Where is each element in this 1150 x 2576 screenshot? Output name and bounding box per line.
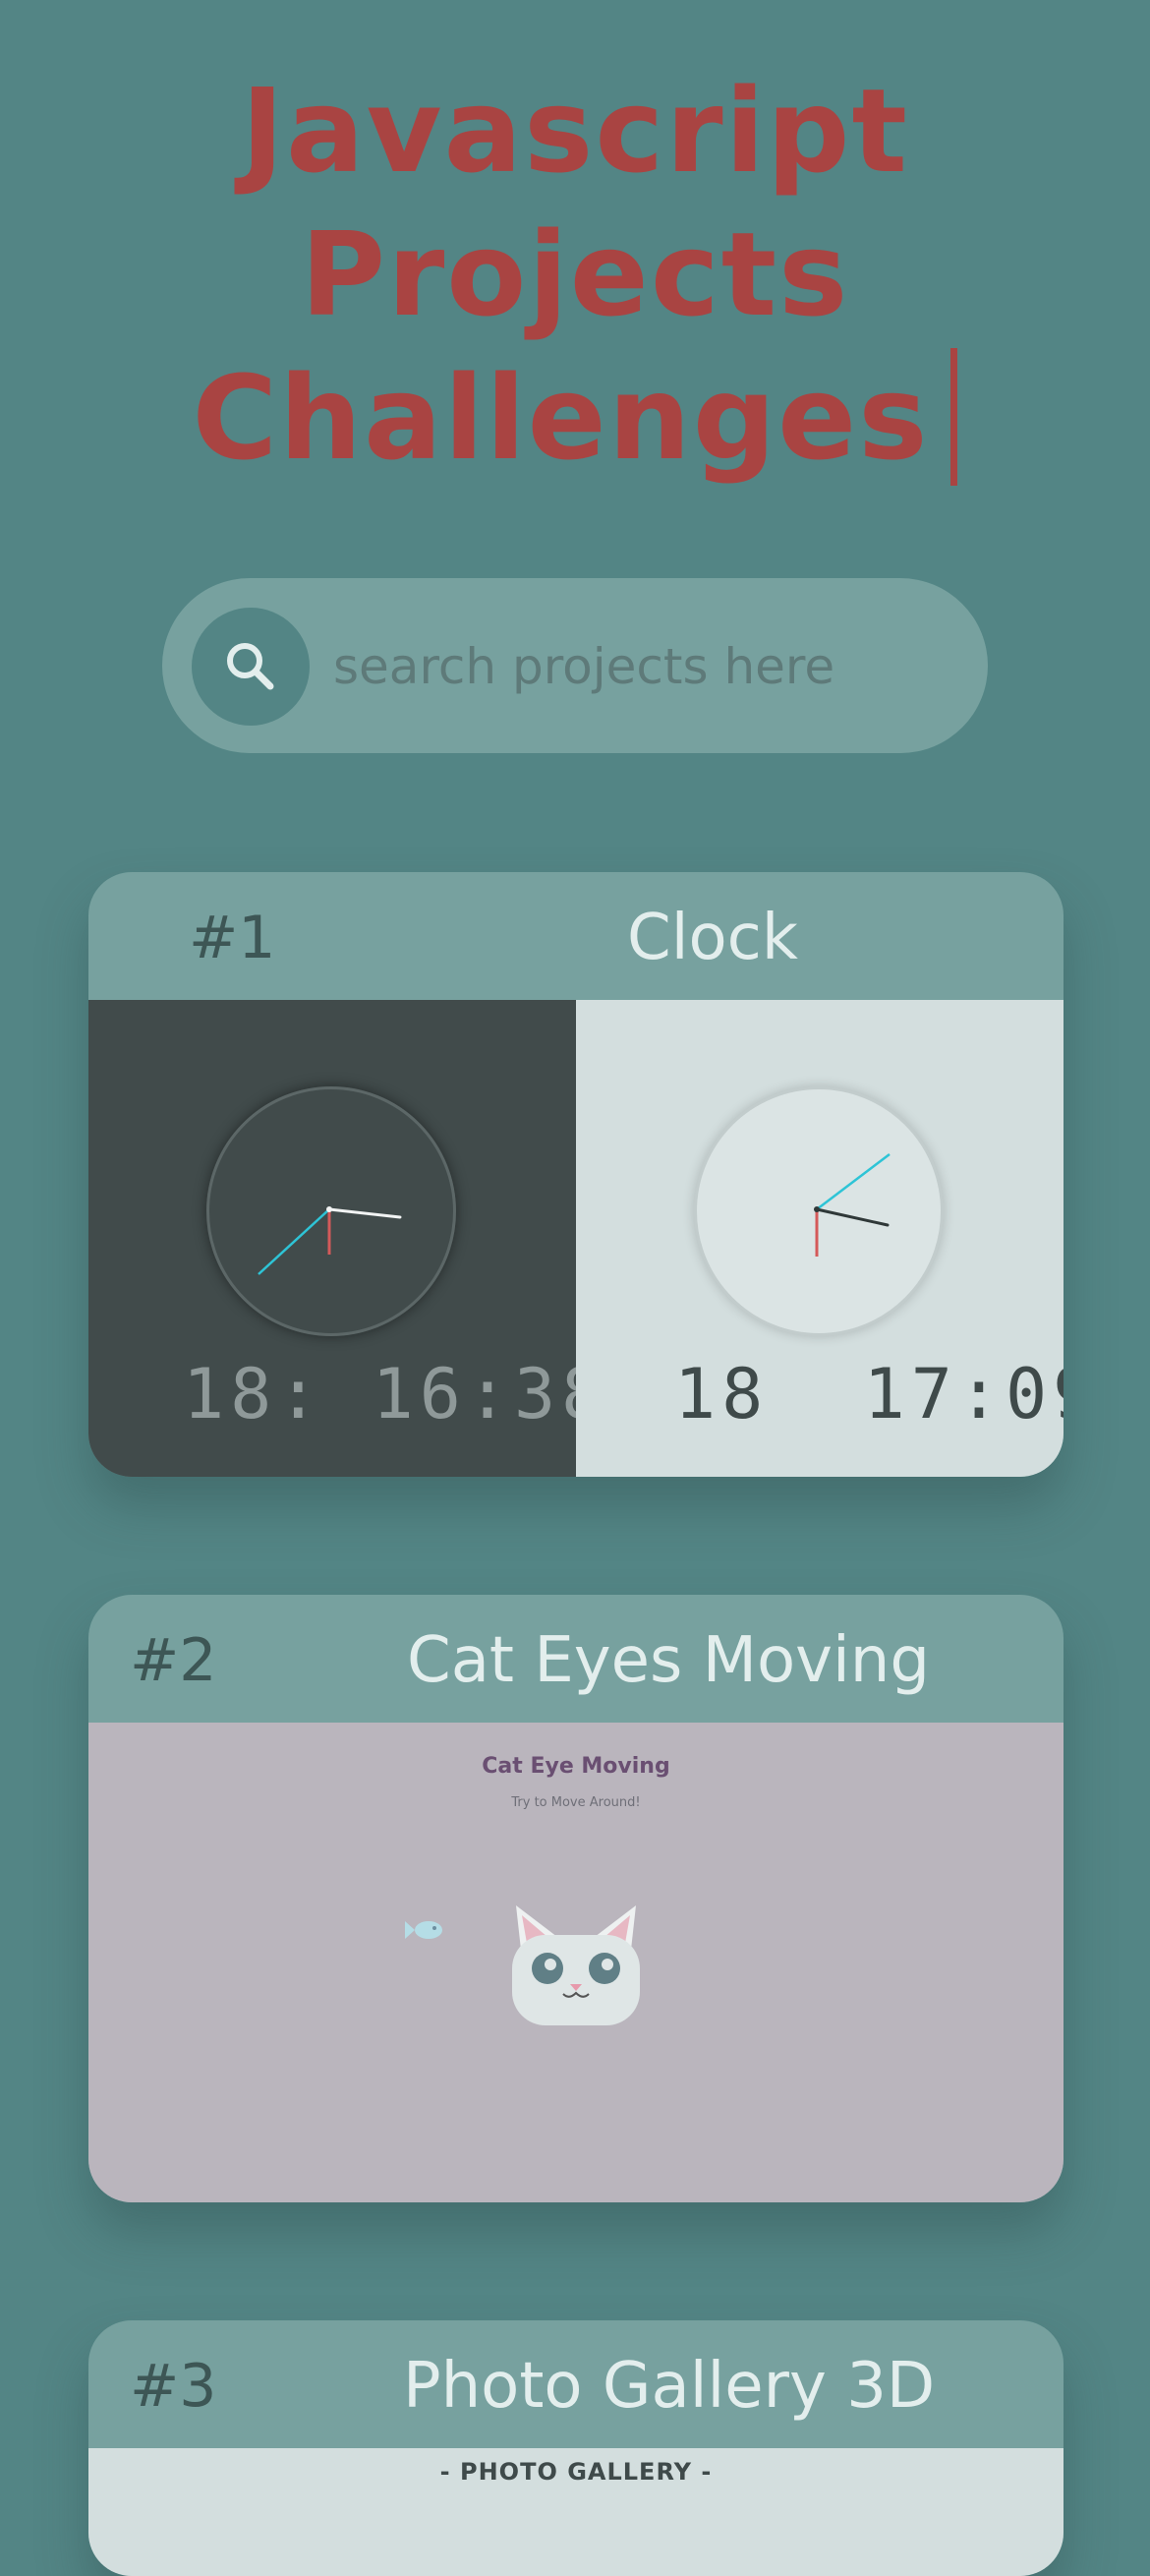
project-card-cat-eyes[interactable]: #2 Cat Eyes Moving Cat Eye Moving Try to… bbox=[88, 1595, 1064, 2202]
digital-time-dark: 18: 16:38 bbox=[183, 1354, 609, 1434]
project-title: Photo Gallery 3D bbox=[403, 2350, 936, 2423]
typing-cursor bbox=[950, 348, 958, 486]
clock-hands-dark bbox=[258, 1206, 402, 1275]
title-line-3-text: Challenges bbox=[192, 350, 930, 486]
fish-icon bbox=[405, 1921, 442, 1939]
preview-subheading: Try to Move Around! bbox=[511, 1795, 641, 1810]
page-title: Javascript Projects Challenges bbox=[0, 59, 1150, 490]
project-number: #2 bbox=[130, 1626, 217, 1695]
project-card-clock[interactable]: #1 Clock 18: 16:38 18 17:09 bbox=[88, 872, 1064, 1477]
project-number: #3 bbox=[130, 2352, 217, 2421]
project-title: Cat Eyes Moving bbox=[407, 1624, 930, 1697]
project-title: Clock bbox=[627, 902, 798, 974]
preview-heading: Cat Eye Moving bbox=[482, 1754, 670, 1779]
card-header: #3 Photo Gallery 3D bbox=[88, 2320, 1064, 2448]
analog-clock-dark bbox=[206, 1086, 456, 1336]
cat-face-icon bbox=[512, 1905, 640, 2025]
search-bar bbox=[162, 578, 988, 753]
title-line-2: Projects bbox=[300, 206, 850, 342]
title-line-3: Challenges bbox=[0, 346, 1150, 490]
search-input[interactable] bbox=[331, 621, 964, 712]
cat-eyes-preview: Cat Eye Moving Try to Move Around! bbox=[88, 1723, 1064, 2202]
card-header: #1 Clock bbox=[88, 872, 1064, 1000]
clock-preview-dark: 18: 16:38 bbox=[88, 1000, 609, 1477]
project-number: #1 bbox=[189, 904, 276, 972]
search-button[interactable] bbox=[192, 608, 310, 726]
digital-time-light: 18 17:09 bbox=[674, 1354, 1064, 1434]
photo-gallery-preview: - PHOTO GALLERY - bbox=[88, 2448, 1064, 2576]
clock-preview-light: 18 17:09 bbox=[576, 1000, 1064, 1477]
analog-clock-light bbox=[694, 1086, 944, 1336]
clock-hands-light bbox=[814, 1153, 891, 1257]
card-header: #2 Cat Eyes Moving bbox=[88, 1595, 1064, 1723]
title-line-1: Javascript bbox=[241, 63, 909, 199]
search-icon bbox=[227, 643, 274, 690]
project-card-photo-gallery[interactable]: #3 Photo Gallery 3D - PHOTO GALLERY - bbox=[88, 2320, 1064, 2576]
preview-heading: - PHOTO GALLERY - bbox=[439, 2458, 713, 2486]
